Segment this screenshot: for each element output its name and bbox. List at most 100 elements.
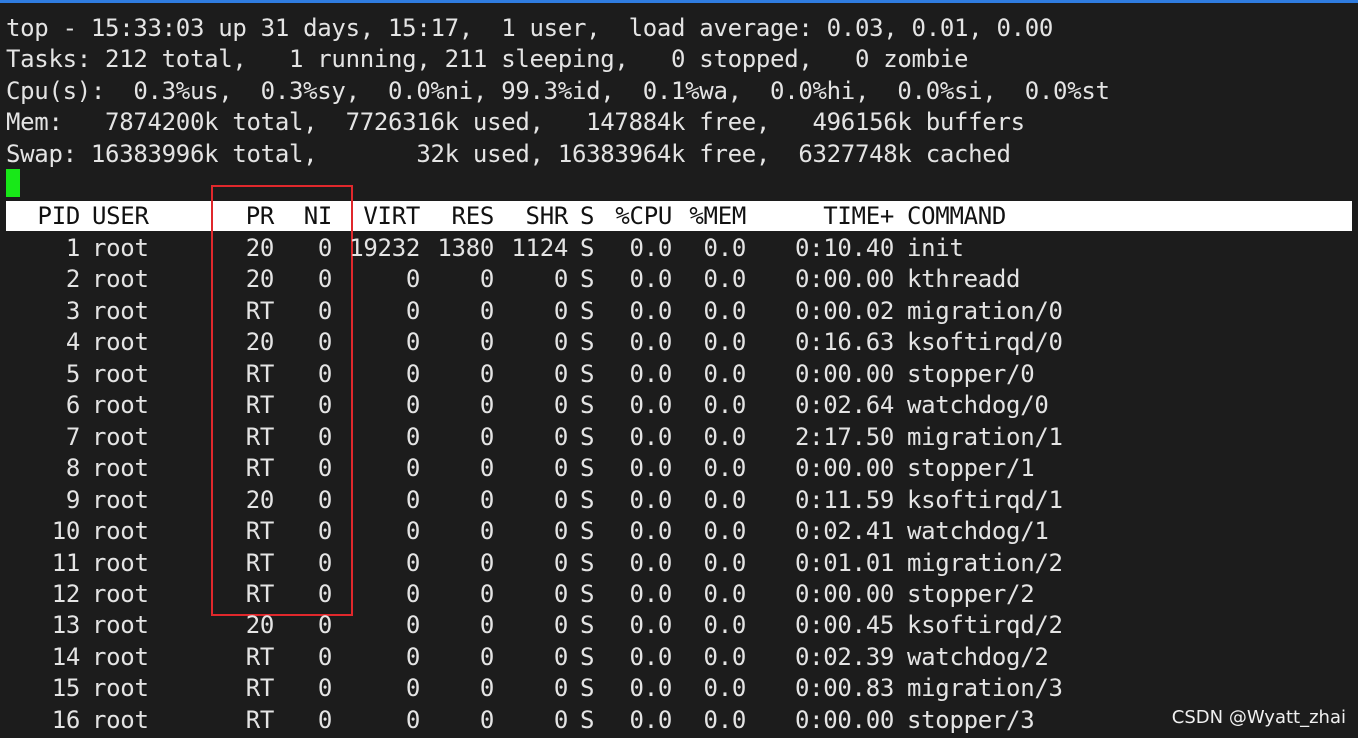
column-header-cpu: %CPU xyxy=(615,202,672,230)
process-row-pr-cell: RT xyxy=(245,391,275,419)
process-row-user-cell: root xyxy=(92,234,149,262)
process-row-time-cell: 2:17.50 xyxy=(794,423,894,451)
process-row-ni-cell: 0 xyxy=(317,328,332,356)
process-row-virt-cell: 0 xyxy=(405,297,420,325)
process-row-ni-cell: 0 xyxy=(317,297,332,325)
process-row-command-cell: ksoftirqd/1 xyxy=(907,486,1063,514)
column-header-res: RES xyxy=(451,202,495,230)
process-row-cpu-cell: 0.0 xyxy=(629,517,673,545)
summary-mem-line: Mem: 7874200k total, 7726316k used, 1478… xyxy=(6,108,1025,136)
process-row-virt-cell: 19232 xyxy=(349,234,420,262)
process-row-pid-cell: 8 xyxy=(65,454,80,482)
process-row-shr-cell: 0 xyxy=(553,611,568,639)
process-row-shr-cell: 0 xyxy=(553,580,568,608)
process-row-res-cell: 0 xyxy=(479,265,494,293)
process-row-virt-cell: 0 xyxy=(405,423,420,451)
process-row-state-cell: S xyxy=(580,297,595,325)
process-row-mem-cell: 0.0 xyxy=(703,391,747,419)
process-row-mem-cell: 0.0 xyxy=(703,423,747,451)
terminal-window[interactable]: top - 15:33:03 up 31 days, 15:17, 1 user… xyxy=(0,0,1358,738)
summary-cpu-line: Cpu(s): 0.3%us, 0.3%sy, 0.0%ni, 99.3%id,… xyxy=(6,77,1110,105)
process-row-shr-cell: 0 xyxy=(553,517,568,545)
process-row-res-cell: 0 xyxy=(479,391,494,419)
process-row-command-cell: stopper/3 xyxy=(907,706,1035,734)
process-row-mem-cell: 0.0 xyxy=(703,643,747,671)
process-row-cpu-cell: 0.0 xyxy=(629,549,673,577)
process-row-pr-cell: 20 xyxy=(245,611,275,639)
process-row-state-cell: S xyxy=(580,486,595,514)
summary-tasks-line: Tasks: 212 total, 1 running, 211 sleepin… xyxy=(6,45,969,73)
process-row-mem-cell: 0.0 xyxy=(703,517,747,545)
process-row-time-cell: 0:02.64 xyxy=(794,391,894,419)
process-row-pr-cell: RT xyxy=(245,643,275,671)
process-row-ni-cell: 0 xyxy=(317,549,332,577)
process-row-command-cell: watchdog/0 xyxy=(907,391,1049,419)
process-row-cpu-cell: 0.0 xyxy=(629,580,673,608)
process-row-cpu-cell: 0.0 xyxy=(629,360,673,388)
process-row-shr-cell: 0 xyxy=(553,549,568,577)
process-row-command-cell: migration/3 xyxy=(907,674,1063,702)
process-row-pid-cell: 15 xyxy=(51,674,81,702)
process-row-res-cell: 0 xyxy=(479,706,494,734)
process-row-ni-cell: 0 xyxy=(317,674,332,702)
process-row-shr-cell: 0 xyxy=(553,360,568,388)
process-row-state-cell: S xyxy=(580,674,595,702)
process-row-state-cell: S xyxy=(580,611,595,639)
process-row-pr-cell: RT xyxy=(245,580,275,608)
process-row-pid-cell: 6 xyxy=(65,391,80,419)
process-row-virt-cell: 0 xyxy=(405,265,420,293)
process-row-pid-cell: 14 xyxy=(51,643,81,671)
process-row-pid-cell: 3 xyxy=(65,297,80,325)
process-row-res-cell: 0 xyxy=(479,360,494,388)
process-row-pr-cell: RT xyxy=(245,360,275,388)
process-row-cpu-cell: 0.0 xyxy=(629,234,673,262)
process-row-time-cell: 0:11.59 xyxy=(794,486,894,514)
process-row-virt-cell: 0 xyxy=(405,674,420,702)
process-row-pid-cell: 1 xyxy=(65,234,80,262)
process-row-shr-cell: 0 xyxy=(553,265,568,293)
process-row-state-cell: S xyxy=(580,517,595,545)
process-row-command-cell: kthreadd xyxy=(907,265,1021,293)
process-row-command-cell: stopper/0 xyxy=(907,360,1035,388)
process-row-res-cell: 0 xyxy=(479,611,494,639)
process-row-ni-cell: 0 xyxy=(317,517,332,545)
column-header-command: COMMAND xyxy=(907,202,1007,230)
process-row-user-cell: root xyxy=(92,486,149,514)
process-row-cpu-cell: 0.0 xyxy=(629,454,673,482)
process-row-time-cell: 0:10.40 xyxy=(794,234,894,262)
process-row-pr-cell: RT xyxy=(245,297,275,325)
process-row-user-cell: root xyxy=(92,297,149,325)
process-row-command-cell: stopper/1 xyxy=(907,454,1035,482)
process-row-shr-cell: 1124 xyxy=(511,234,568,262)
process-row-mem-cell: 0.0 xyxy=(703,549,747,577)
summary-uptime-line: top - 15:33:03 up 31 days, 15:17, 1 user… xyxy=(6,14,1054,42)
column-header-mem: %MEM xyxy=(689,202,746,230)
process-row-user-cell: root xyxy=(92,391,149,419)
process-row-state-cell: S xyxy=(580,549,595,577)
process-row-pr-cell: 20 xyxy=(245,486,275,514)
process-row-command-cell: watchdog/1 xyxy=(907,517,1049,545)
process-row-command-cell: ksoftirqd/0 xyxy=(907,328,1063,356)
process-row-time-cell: 0:00.83 xyxy=(794,674,894,702)
column-header-pid: PID xyxy=(37,202,81,230)
process-row-user-cell: root xyxy=(92,643,149,671)
process-row-cpu-cell: 0.0 xyxy=(629,423,673,451)
process-row-time-cell: 0:00.00 xyxy=(794,265,894,293)
process-row-time-cell: 0:00.00 xyxy=(794,360,894,388)
process-row-time-cell: 0:00.02 xyxy=(794,297,894,325)
process-row-pr-cell: RT xyxy=(245,517,275,545)
process-row-mem-cell: 0.0 xyxy=(703,360,747,388)
process-row-command-cell: ksoftirqd/2 xyxy=(907,611,1063,639)
process-row-virt-cell: 0 xyxy=(405,517,420,545)
process-row-mem-cell: 0.0 xyxy=(703,265,747,293)
process-row-command-cell: watchdog/2 xyxy=(907,643,1049,671)
process-row-user-cell: root xyxy=(92,328,149,356)
process-row-pr-cell: RT xyxy=(245,423,275,451)
process-row-res-cell: 1380 xyxy=(437,234,494,262)
process-row-shr-cell: 0 xyxy=(553,297,568,325)
process-row-ni-cell: 0 xyxy=(317,611,332,639)
process-row-pr-cell: 20 xyxy=(245,328,275,356)
process-row-time-cell: 0:00.00 xyxy=(794,454,894,482)
process-row-cpu-cell: 0.0 xyxy=(629,611,673,639)
process-row-ni-cell: 0 xyxy=(317,454,332,482)
